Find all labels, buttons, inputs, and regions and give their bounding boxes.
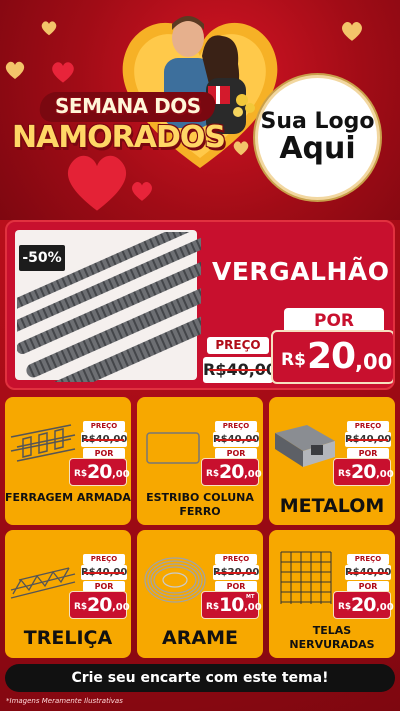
old-price: R$40,00 — [81, 432, 127, 447]
product-name: METALOM — [279, 495, 385, 517]
wire-coil-icon — [144, 557, 206, 603]
strikethrough — [348, 439, 388, 441]
price-decimal: ,00 — [355, 350, 393, 374]
cta-button[interactable]: Crie seu encarte com este tema! — [5, 664, 395, 692]
currency-symbol: R$ — [338, 602, 352, 612]
currency-symbol: R$ — [74, 602, 88, 612]
stirrup-icon — [146, 432, 200, 464]
currency-symbol: R$ — [338, 469, 352, 479]
strikethrough — [348, 572, 388, 574]
old-price: R$40,00 — [345, 432, 391, 447]
price-decimal: ,00 — [112, 602, 130, 613]
price-decimal: ,00 — [376, 602, 394, 613]
red-heart-icon — [132, 182, 152, 201]
currency-symbol: R$ — [74, 469, 88, 479]
preco-label: PREÇO — [347, 421, 389, 432]
strikethrough — [209, 369, 267, 371]
product-name: ARAME — [162, 627, 238, 649]
logo-line-1: Sua Logo — [260, 109, 375, 135]
mesh-grid-icon — [280, 551, 332, 604]
product-card[interactable]: PREÇO R$40,00 POR R$ 20 ,00 FERRAGEM ARM… — [5, 397, 131, 525]
sale-price: R$ 10 ,00 MT — [201, 591, 262, 619]
title-line-1: SEMANA DOS — [55, 94, 201, 118]
product-name: ESTRIBO COLUNA FERRO — [146, 491, 254, 518]
sale-price: R$ 20 ,00 — [333, 591, 394, 619]
small-heart-icon — [342, 22, 362, 41]
old-price: R$40,00 — [213, 432, 259, 447]
old-price: R$40,00 — [203, 357, 277, 383]
logo-placeholder[interactable]: Sua Logo Aqui — [255, 75, 380, 200]
red-heart-icon — [52, 62, 74, 83]
truss-icon — [10, 567, 76, 599]
currency-symbol: R$ — [281, 350, 306, 370]
preco-label: PREÇO — [347, 554, 389, 565]
strikethrough — [216, 572, 256, 574]
product-name: TELAS NERVURADAS — [289, 624, 375, 651]
price-decimal: ,00 — [244, 469, 262, 480]
reinforcement-cage-icon — [10, 424, 76, 462]
price-integer: 20 — [87, 461, 112, 483]
product-name: TRELIÇA — [23, 627, 113, 649]
sale-price: R$ 20 ,00 — [271, 330, 393, 384]
preco-label: PREÇO — [83, 421, 125, 432]
preco-label: PREÇO — [207, 337, 269, 354]
product-name: VERGALHÃO — [212, 257, 390, 286]
logo-line-2: Aqui — [279, 131, 356, 167]
product-card[interactable]: PREÇO R$40,00 POR R$ 20 ,00 ESTRIBO COLU… — [137, 397, 263, 525]
price-integer: 20 — [87, 594, 112, 616]
small-heart-icon — [41, 21, 57, 36]
price-decimal: ,00 — [244, 602, 262, 613]
title-line-2: NAMORADOS — [12, 120, 226, 155]
old-price: R$40,00 — [81, 565, 127, 580]
featured-product-card[interactable]: -50% VERGALHÃO PREÇO R$40,00 POR R$ 20 ,… — [5, 220, 395, 390]
discount-badge: -50% — [19, 245, 65, 271]
currency-symbol: R$ — [206, 469, 220, 479]
flyer-page: SEMANA DOS NAMORADOS Sua Logo Aqui -50% … — [0, 0, 400, 711]
preco-label: PREÇO — [215, 421, 257, 432]
sale-price: R$ 20 ,00 — [69, 458, 130, 486]
price-unit: MT — [246, 594, 255, 600]
product-card[interactable]: PREÇO R$40,00 POR R$ 20 ,00 TELAS NERVUR… — [269, 530, 395, 658]
price-integer: 20 — [307, 336, 356, 377]
small-heart-icon — [5, 61, 25, 79]
old-price: R$40,00 — [345, 565, 391, 580]
price-integer: 20 — [351, 461, 376, 483]
price-integer: 20 — [351, 594, 376, 616]
product-card[interactable]: PREÇO R$40,00 POR R$ 20 ,00 TRELIÇA — [5, 530, 131, 658]
sale-price: R$ 20 ,00 — [201, 458, 262, 486]
product-name: FERRAGEM ARMADA — [5, 491, 131, 504]
campaign-title: SEMANA DOS NAMORADOS — [10, 90, 240, 170]
price-integer: 10 — [219, 594, 244, 616]
strikethrough — [84, 572, 124, 574]
preco-label: PREÇO — [215, 554, 257, 565]
strikethrough — [84, 439, 124, 441]
product-card[interactable]: PREÇO R$20,00 POR R$ 10 ,00 MT ARAME — [137, 530, 263, 658]
price-decimal: ,00 — [112, 469, 130, 480]
currency-symbol: R$ — [206, 602, 220, 612]
hero-banner: SEMANA DOS NAMORADOS Sua Logo Aqui — [0, 0, 400, 220]
metal-tube-icon — [275, 425, 335, 467]
price-integer: 20 — [219, 461, 244, 483]
preco-label: PREÇO — [83, 554, 125, 565]
sale-price: R$ 20 ,00 — [69, 591, 130, 619]
product-card[interactable]: PREÇO R$40,00 POR R$ 20 ,00 METALOM — [269, 397, 395, 525]
old-price: R$20,00 — [213, 565, 259, 580]
price-decimal: ,00 — [376, 469, 394, 480]
strikethrough — [216, 439, 256, 441]
footnote: *Imagens Meramente Ilustrativas — [6, 697, 123, 705]
sale-price: R$ 20 ,00 — [333, 458, 394, 486]
